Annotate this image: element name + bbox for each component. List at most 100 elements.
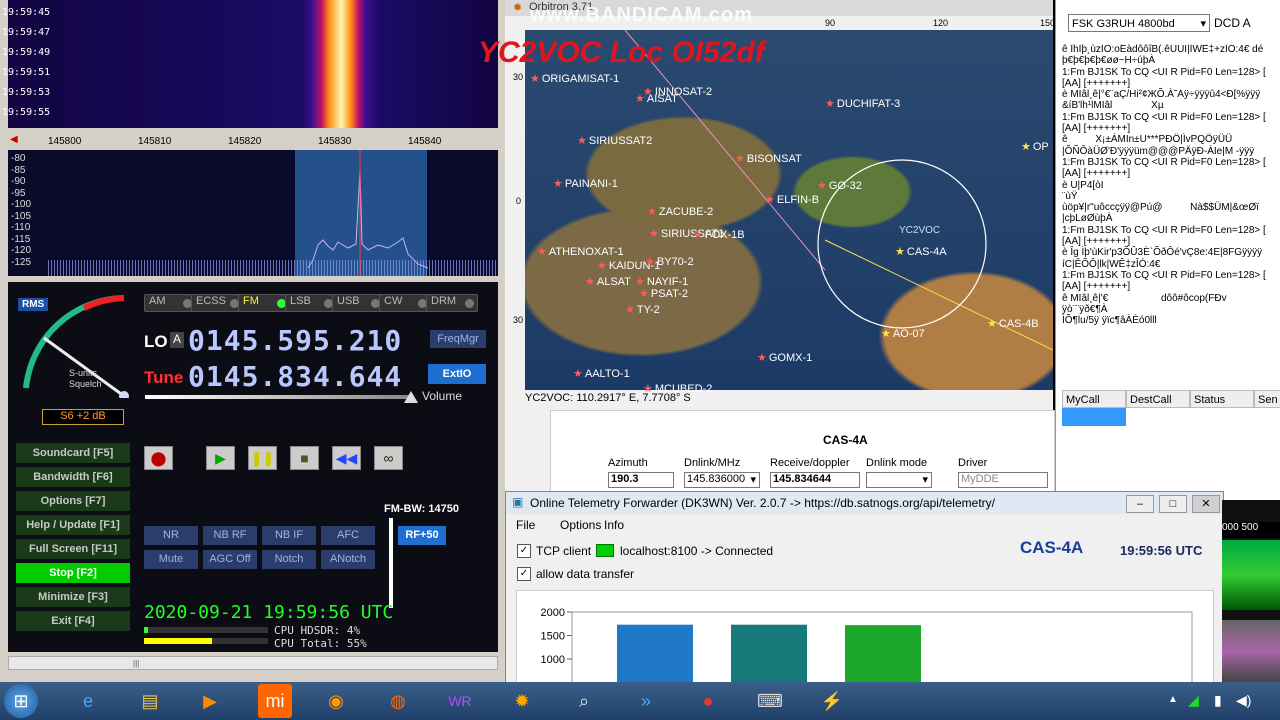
satellite-label[interactable]: ★ ATHENOXAT-1 [537,245,624,258]
satellite-label[interactable]: ★ TY-2 [625,303,660,316]
satellite-label[interactable]: ★ PAINANI-1 [553,177,618,190]
pause-button[interactable]: ❚❚ [248,446,277,470]
uc-browser-icon[interactable]: ◉ [314,684,358,718]
satellite-label[interactable]: ★ ALSAT [585,275,631,288]
grid-selected-row[interactable] [1062,408,1126,426]
satellite-label[interactable]: ★ FOX-1B [693,228,745,241]
nb-rf-button[interactable]: NB RF [203,526,257,545]
frequency-scale[interactable]: 145800 145810 145820 145830 145840 ◀ [8,128,498,151]
satellite-label[interactable]: ★ ELFIN-B [765,193,819,206]
mute-button[interactable]: Mute [144,550,198,569]
orbitron-icon[interactable]: ✹ [500,684,544,718]
azimuth-field[interactable]: 190.3 [608,472,674,488]
mode-button-am[interactable]: AM [144,294,196,312]
satellite-label[interactable]: ★ DUCHIFAT-3 [825,97,900,110]
bandwidth-button[interactable]: Bandwidth [F6] [16,467,130,487]
record-button[interactable]: ⬤ [144,446,173,470]
maximize-button[interactable]: □ [1159,495,1187,513]
chevron-down-icon[interactable]: ▾ [922,473,928,486]
tcp-client-checkbox[interactable]: ✓ [517,544,531,558]
grid-column-status[interactable]: Status [1190,390,1254,408]
menu-file[interactable]: File [516,518,535,532]
satellite-label[interactable]: ★ AO-07 [881,327,925,340]
menu-options[interactable]: Options [560,518,601,532]
telemetry-titlebar[interactable]: ▣ Online Telemetry Forwarder (DK3WN) Ver… [506,492,1223,514]
explorer-icon[interactable]: ▤ [128,684,172,718]
satellite-label[interactable]: ★ BISONSAT [735,152,802,165]
driver-select[interactable]: MyDDE [958,472,1048,488]
satellite-label[interactable]: ★ INNOSAT-2 [643,85,712,98]
nb-if-button[interactable]: NB IF [262,526,316,545]
decoded-frames-terminal[interactable]: ê ÎhÌþ¸ùzÌÕ:oÊàdôôîB(.êÙÙI|ÌWÊ‡+zÎÓ:4€ d… [1062,44,1280,374]
satellite-label[interactable]: ★ GO-32 [817,179,862,192]
soundcard-button[interactable]: Soundcard [F5] [16,443,130,463]
stop-playback-button[interactable]: ■ [290,446,319,470]
satellite-label[interactable]: ★ PSAT-2 [639,287,688,300]
start-icon[interactable]: ⊞ [4,684,38,718]
mode-button-ecss[interactable]: ECSS [191,294,243,312]
allow-transfer-checkbox[interactable]: ✓ [517,567,531,581]
volume-slider[interactable] [145,395,410,399]
rf-slider[interactable] [389,518,393,608]
full-screen-button[interactable]: Full Screen [F11] [16,539,130,559]
satellite-label[interactable]: ★ CAS-4A [895,245,947,258]
satellite-label[interactable]: ★ ORIGAMISAT-1 [530,72,619,85]
grid-column-destcall[interactable]: DestCall [1126,390,1190,408]
lo-a-button[interactable]: A [170,332,184,348]
tray-volume-icon[interactable]: ◀) [1236,692,1251,709]
teamviewer-icon[interactable]: » [624,684,668,718]
stop-button[interactable]: Stop [F2] [16,563,130,583]
chevron-down-icon[interactable]: ▾ [1200,15,1206,33]
mode-button-lsb[interactable]: LSB [285,294,337,312]
grid-column-mycall[interactable]: MyCall [1062,390,1126,408]
chevron-down-icon[interactable]: ▾ [750,473,756,486]
play-button[interactable]: ▶ [206,446,235,470]
satellite-label[interactable]: ★ CAS-4B [987,317,1039,330]
rf-gain-button[interactable]: RF+50 [398,526,446,545]
satellite-label[interactable]: ★ AALTO-1 [573,367,630,380]
ie-icon[interactable]: e [66,684,110,718]
mi-icon[interactable]: mi [258,684,292,718]
firefox-icon[interactable]: ◍ [376,684,420,718]
mode-button-cw[interactable]: CW [379,294,431,312]
freqmgr-button[interactable]: FreqMgr [430,330,486,348]
exit-button[interactable]: Exit [F4] [16,611,130,631]
menu-info[interactable]: Info [604,518,624,532]
dnlink-mode-select[interactable]: ▾ [866,472,932,488]
scroll-grip-icon[interactable]: ||| [133,659,139,668]
record-icon[interactable]: ● [686,684,730,718]
minimize-button[interactable]: – [1126,495,1154,513]
tune-frequency[interactable]: 0145.834.644 [188,360,402,393]
frequency-scroll-left-icon[interactable]: ◀ [10,134,18,145]
winrar-icon[interactable]: WR [438,684,482,718]
modem-select[interactable]: FSK G3RUH 4800bd ▾ [1068,14,1210,32]
minimize-button[interactable]: Minimize [F3] [16,587,130,607]
keyboard-icon[interactable]: ⌨ [748,684,792,718]
horizontal-scrollbar[interactable]: ||| [8,656,498,670]
tray-wifi-icon[interactable]: ▮ [1214,692,1222,709]
grid-column-sen[interactable]: Sen [1254,390,1280,408]
waterfall-display[interactable] [8,0,498,128]
world-map[interactable]: ★ ORIGAMISAT-1 ★ AISAT ★ INNOSAT-2 ★ DUCHIFAT-3… [525,30,1053,395]
help-update-button[interactable]: Help / Update [F1] [16,515,130,535]
rewind-button[interactable]: ◀◀ [332,446,361,470]
agc-off-button[interactable]: AGC Off [203,550,257,569]
satellite-label[interactable]: ★ ZACUBE-2 [647,205,713,218]
satellite-label[interactable]: ★ GOMX-1 [757,351,812,364]
satellite-label[interactable]: ★ BY70-2 [645,255,694,268]
receive-doppler-field[interactable]: 145.834644 [770,472,860,488]
satellite-label[interactable]: ★ OP [1021,140,1049,153]
satellite-label[interactable]: ★ SIRIUSSAT2 [577,134,652,147]
media-player-icon[interactable]: ▶ [188,684,232,718]
magnifier-icon[interactable]: ⌕ [562,684,606,718]
spectrum-display[interactable]: -80 -85 -90 -95 -100 -105 -110 -115 -120 -125 [8,150,498,276]
satellite-tool-icon[interactable]: ⚡ [810,684,854,718]
mode-button-fm[interactable]: FM [238,294,290,312]
volume-thumb[interactable] [404,391,418,403]
close-button[interactable]: ✕ [1192,495,1220,513]
options-button[interactable]: Options [F7] [16,491,130,511]
nr-button[interactable]: NR [144,526,198,545]
mode-button-usb[interactable]: USB [332,294,384,312]
lo-frequency[interactable]: 0145.595.210 [188,324,402,357]
mode-button-drm[interactable]: DRM [426,294,478,312]
